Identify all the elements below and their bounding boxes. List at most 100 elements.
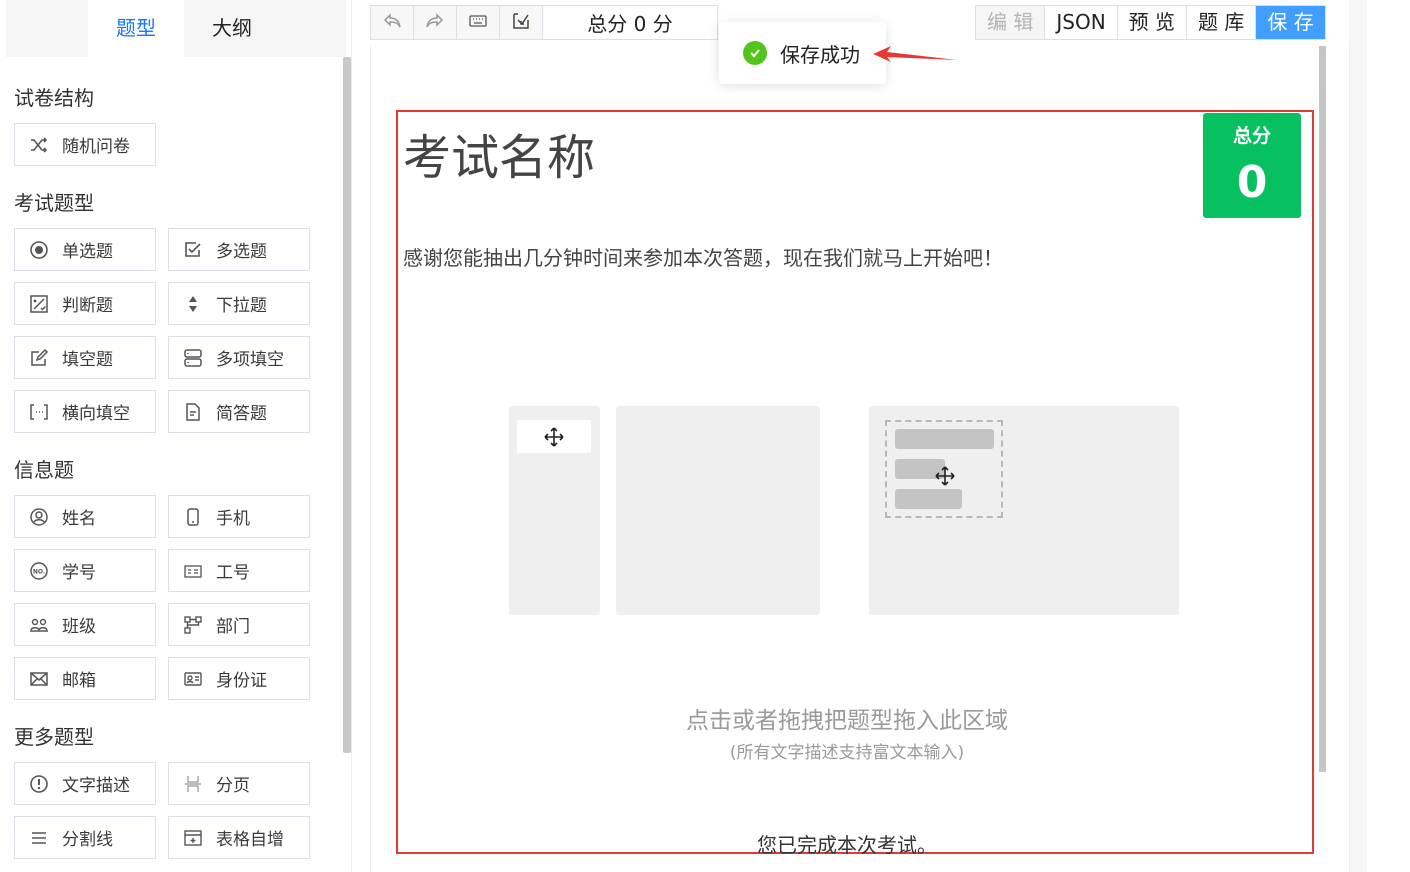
phone-field-label: 手机 (216, 509, 250, 529)
true-false-button[interactable]: 判断题 (14, 282, 156, 325)
exam-finish-message[interactable]: 您已完成本次考试。 (378, 829, 1316, 858)
id-card-field-label: 身份证 (216, 671, 267, 691)
placeholder-column-middle (616, 406, 820, 615)
section-title-more: 更多题型 (14, 725, 94, 749)
multi-fill-button[interactable]: 多项填空 (168, 336, 310, 379)
random-paper-button[interactable]: 随机问卷 (14, 123, 156, 166)
drop-zone-subhint: (所有文字描述支持富文本输入) (729, 743, 965, 763)
student-id-button[interactable]: NO. 学号 (14, 549, 156, 592)
single-choice-button[interactable]: 单选题 (14, 228, 156, 271)
import-icon (511, 11, 531, 35)
fill-blank-button[interactable]: 填空题 (14, 336, 156, 379)
bracket-dots-icon (28, 401, 50, 423)
sidebar-tabs: 题型 大纲 (6, 0, 346, 57)
judge-icon (28, 293, 50, 315)
exam-description[interactable]: 感谢您能抽出几分钟时间来参加本次答题，现在我们就马上开始吧！ (403, 242, 1003, 271)
import-button[interactable] (500, 6, 543, 39)
exclamation-circle-icon (28, 773, 50, 795)
save-success-toast: 保存成功 (719, 22, 886, 84)
check-circle-icon (743, 41, 767, 65)
name-field-label: 姓名 (62, 509, 96, 529)
score-card-label: 总分 (1232, 125, 1271, 147)
group-icon (28, 614, 50, 636)
department-field-button[interactable]: 部门 (168, 603, 310, 646)
annotation-arrow-icon (873, 46, 957, 62)
fill-blank-label: 填空题 (62, 350, 113, 370)
save-button[interactable]: 保 存 (1256, 6, 1325, 39)
section-title-info: 信息题 (14, 458, 74, 482)
toast-message: 保存成功 (780, 42, 860, 67)
email-field-button[interactable]: 邮箱 (14, 657, 156, 700)
name-field-button[interactable]: 姓名 (14, 495, 156, 538)
placeholder-bar (895, 489, 962, 509)
text-description-button[interactable]: 文字描述 (14, 762, 156, 805)
move-icon (935, 466, 955, 486)
table-autoinc-button[interactable]: 表格自增 (168, 816, 310, 859)
edit-icon (28, 347, 50, 369)
edit-button[interactable]: 编 辑 (976, 6, 1046, 39)
text-description-label: 文字描述 (62, 776, 130, 796)
multi-fill-label: 多项填空 (216, 350, 284, 370)
department-field-label: 部门 (216, 617, 250, 637)
multi-choice-label: 多选题 (216, 242, 267, 262)
horizontal-fill-button[interactable]: 横向填空 (14, 390, 156, 433)
score-card-value: 0 (1236, 157, 1268, 208)
keyboard-icon (468, 11, 488, 35)
dropdown-question-label: 下拉题 (216, 296, 267, 316)
checkbox-icon (182, 239, 204, 261)
table-autoinc-label: 表格自增 (216, 830, 284, 850)
shuffle-icon (28, 134, 50, 156)
multi-choice-button[interactable]: 多选题 (168, 228, 310, 271)
redo-icon (425, 11, 445, 35)
section-title-exam-types: 考试题型 (14, 191, 94, 215)
essay-question-button[interactable]: 简答题 (168, 390, 310, 433)
employee-id-button[interactable]: 工号 (168, 549, 310, 592)
tab-question-types[interactable]: 题型 (88, 0, 184, 57)
dropdown-question-button[interactable]: 下拉题 (168, 282, 310, 325)
radio-icon (28, 239, 50, 261)
preview-button[interactable]: 预 览 (1117, 6, 1188, 39)
page-break-button[interactable]: 分页 (168, 762, 310, 805)
keyboard-button[interactable] (457, 6, 500, 39)
sidebar-scrollbar[interactable] (343, 57, 351, 753)
id-card-field-button[interactable]: 身份证 (168, 657, 310, 700)
sort-caret-icon (182, 293, 204, 315)
phone-field-button[interactable]: 手机 (168, 495, 310, 538)
exam-title[interactable]: 考试名称 (403, 118, 595, 188)
email-field-label: 邮箱 (62, 671, 96, 691)
user-circle-icon (28, 506, 50, 528)
multi-fill-icon (182, 347, 204, 369)
redo-button[interactable] (414, 6, 457, 39)
question-bank-button[interactable]: 题 库 (1187, 6, 1257, 39)
mail-icon (28, 668, 50, 690)
number-badge-icon: NO. (28, 560, 50, 582)
placeholder-drag-item (517, 420, 591, 453)
action-toolbar: 编 辑 JSON 预 览 题 库 保 存 (975, 5, 1326, 40)
menu-lines-icon (28, 827, 50, 849)
essay-question-label: 简答题 (216, 404, 267, 424)
horizontal-fill-label: 横向填空 (62, 404, 130, 424)
table-add-icon (182, 827, 204, 849)
json-button[interactable]: JSON (1045, 6, 1118, 39)
org-chart-icon (182, 614, 204, 636)
divider-label: 分割线 (62, 830, 113, 850)
class-field-button[interactable]: 班级 (14, 603, 156, 646)
student-id-label: 学号 (62, 563, 96, 583)
right-gutter (1349, 0, 1367, 872)
drop-zone-hint[interactable]: 点击或者拖拽把题型拖入此区域 (378, 701, 1316, 735)
random-paper-label: 随机问卷 (62, 137, 130, 157)
undo-icon (382, 11, 402, 35)
true-false-label: 判断题 (62, 296, 113, 316)
divider-button[interactable]: 分割线 (14, 816, 156, 859)
section-title-structure: 试卷结构 (14, 86, 94, 110)
total-score-display: 总分 0 分 (543, 6, 717, 39)
employee-id-label: 工号 (216, 563, 250, 583)
class-field-label: 班级 (62, 617, 96, 637)
tab-outline[interactable]: 大纲 (184, 0, 280, 57)
undo-button[interactable] (371, 6, 414, 39)
id-card-icon (182, 668, 204, 690)
move-icon (544, 426, 564, 447)
single-choice-label: 单选题 (62, 242, 113, 262)
canvas-scrollbar[interactable] (1319, 46, 1326, 772)
placeholder-bar (895, 429, 994, 449)
